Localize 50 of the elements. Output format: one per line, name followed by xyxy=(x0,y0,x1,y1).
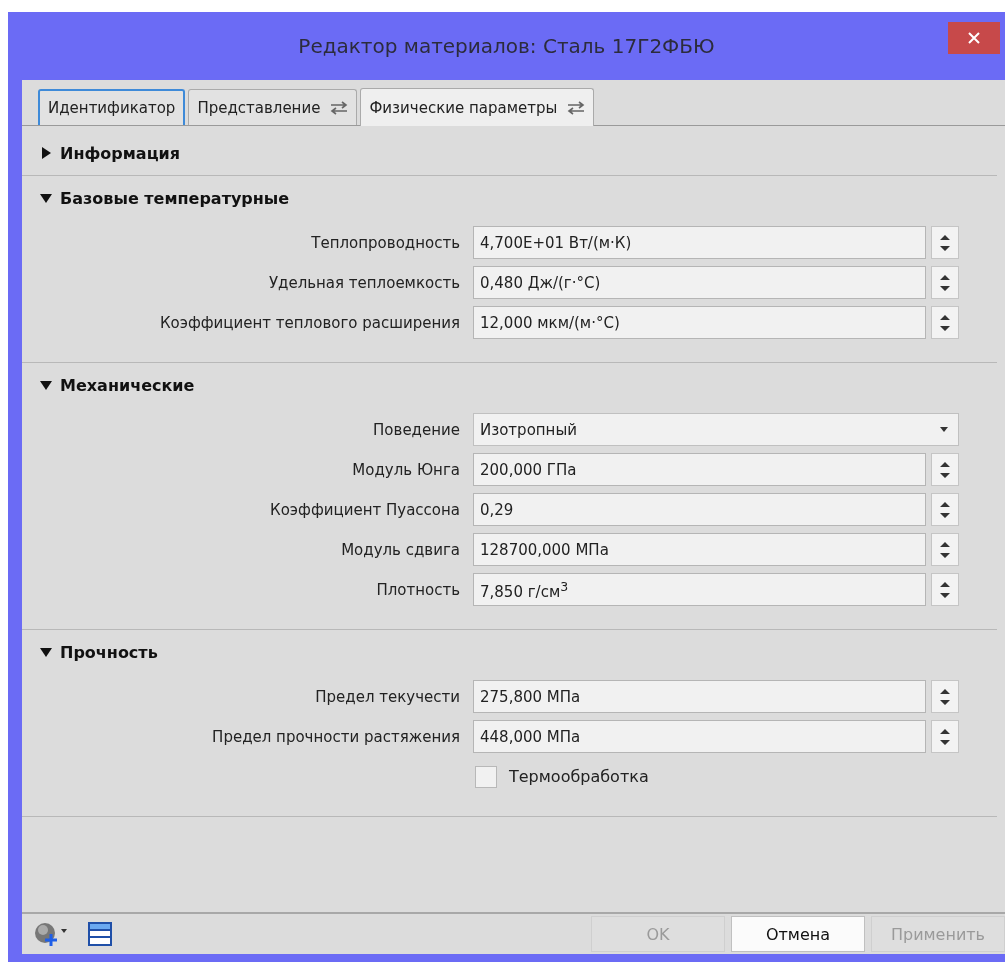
field-label: Модуль Юнга xyxy=(351,460,461,479)
input-field[interactable]: 200,000 ГПа xyxy=(473,453,926,486)
field-label: Поведение xyxy=(372,420,461,439)
input-field[interactable]: 7,850 г/см$^{3}$ xyxy=(473,573,926,606)
expander-icon[interactable] xyxy=(40,379,52,391)
expander-icon[interactable] xyxy=(40,192,52,204)
spinner-button[interactable] xyxy=(931,533,959,566)
field-label: Предел текучести xyxy=(314,687,461,706)
field-label: Коэффициент теплового расширения xyxy=(158,313,461,332)
spinner-button[interactable] xyxy=(931,573,959,606)
expander-icon[interactable] xyxy=(40,646,52,658)
close-button[interactable] xyxy=(948,22,1000,54)
window-title: Редактор материалов: Сталь 17Г2ФБЮ xyxy=(298,34,715,58)
input-field[interactable]: 12,000 мкм/(м·°C) xyxy=(473,306,926,339)
input-field[interactable]: 0,480 Дж/(г·°C) xyxy=(473,266,926,299)
input-field[interactable]: 0,29 xyxy=(473,493,926,526)
tab[interactable]: Идентификатор xyxy=(38,89,186,125)
field-label: Модуль сдвига xyxy=(340,540,461,559)
section-title: Прочность xyxy=(60,642,158,662)
expander-icon[interactable] xyxy=(40,147,52,159)
checkbox[interactable] xyxy=(475,765,497,788)
checkbox-label: Термообработка xyxy=(509,767,649,786)
dropdown[interactable]: Изотропный xyxy=(473,413,959,446)
spinner-button[interactable] xyxy=(931,720,959,753)
section-title: Базовые температурные xyxy=(60,188,290,208)
field-label: Предел прочности растяжения xyxy=(211,727,461,746)
close-icon xyxy=(968,32,980,44)
input-field[interactable]: 4,700E+01 Вт/(м·К) xyxy=(473,226,926,259)
section-title: Механические xyxy=(60,375,195,395)
field-label: Удельная теплоемкость xyxy=(267,273,461,292)
input-field[interactable]: 275,800 МПа xyxy=(473,680,926,713)
spinner-button[interactable] xyxy=(931,493,959,526)
section-title: Информация xyxy=(60,143,180,163)
list-view-icon[interactable] xyxy=(88,922,112,946)
field-label: Коэффициент Пуассона xyxy=(269,500,461,519)
caret-icon xyxy=(940,427,948,432)
field-label: Плотность xyxy=(375,580,461,599)
spinner-button[interactable] xyxy=(931,266,959,299)
spinner-button[interactable] xyxy=(931,680,959,713)
add-material-button[interactable] xyxy=(34,921,68,947)
field-label: Теплопроводность xyxy=(310,233,461,252)
spinner-button[interactable] xyxy=(931,306,959,339)
tab[interactable]: Представление xyxy=(188,89,358,125)
spinner-button[interactable] xyxy=(931,226,959,259)
spinner-button[interactable] xyxy=(931,453,959,486)
input-field[interactable]: 448,000 МПа xyxy=(473,720,926,753)
dialog-button[interactable]: Отмена xyxy=(731,916,865,952)
globe-plus-icon xyxy=(34,921,68,947)
tab[interactable]: Физические параметры xyxy=(360,88,595,126)
input-field[interactable]: 128700,000 МПа xyxy=(473,533,926,566)
